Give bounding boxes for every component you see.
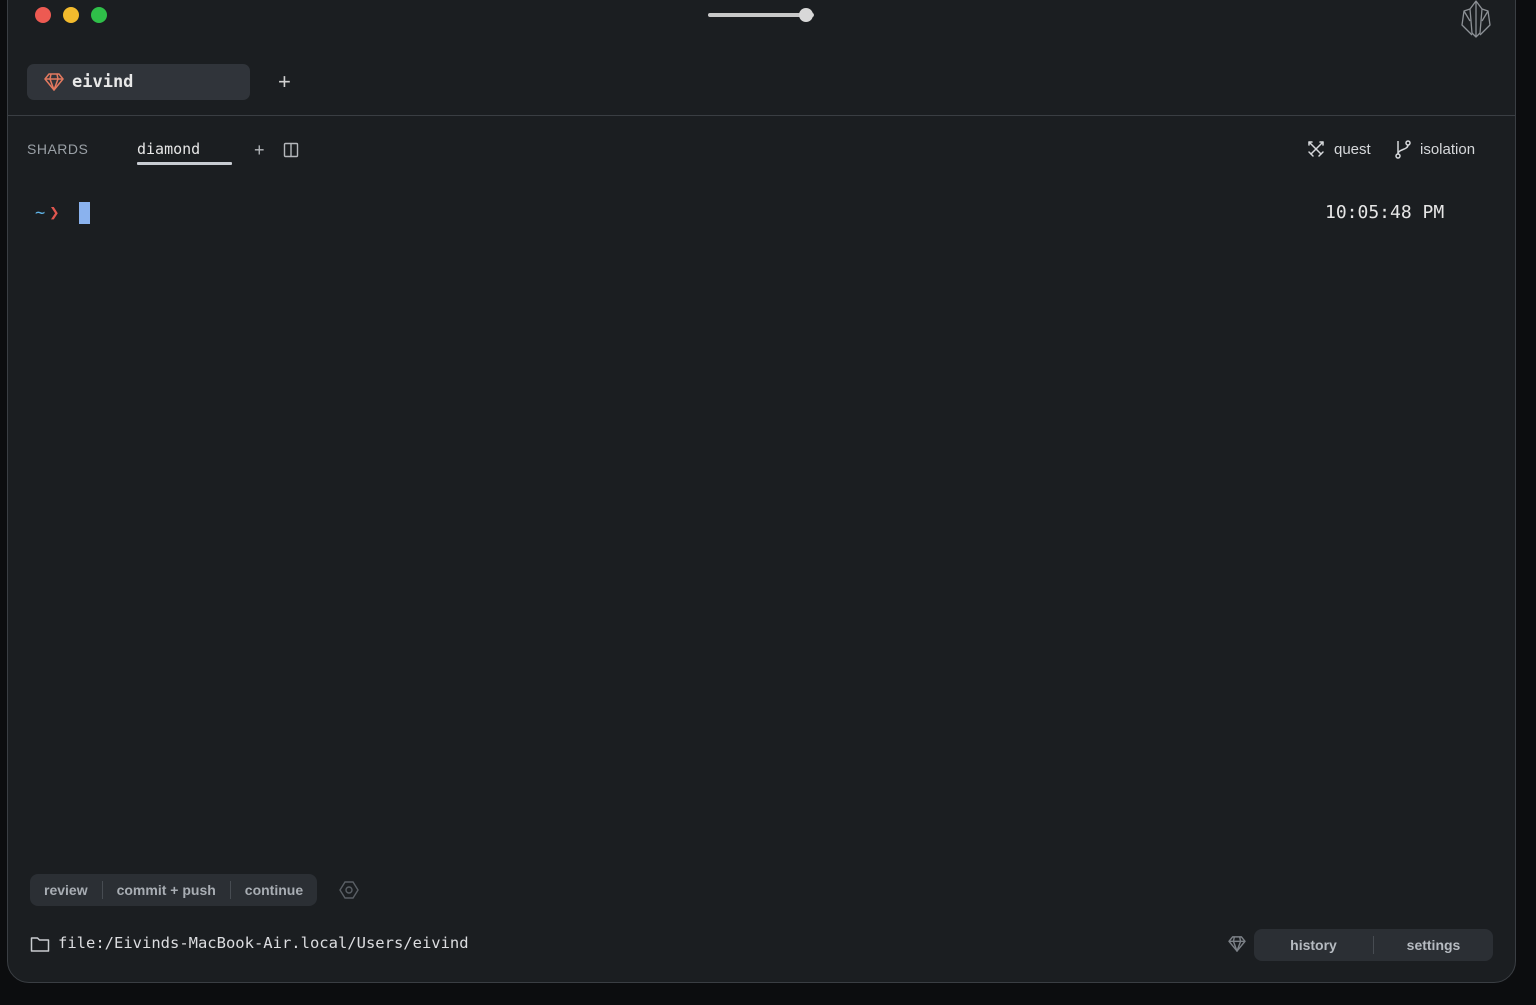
diamond-icon [44,73,64,91]
crystal-logo-icon [1458,0,1494,44]
terminal-prompt: ~ ❯ [35,203,60,223]
shard-tab-diamond[interactable]: diamond [137,140,232,165]
workspace-tab-eivind[interactable]: eivind [27,64,250,100]
workspace-tab-label: eivind [72,72,134,92]
add-shard-button[interactable]: + [254,140,265,161]
isolation-label: isolation [1420,140,1476,158]
prompt-symbol: ❯ [49,203,60,223]
shards-section-label: SHARDS [27,141,89,157]
zoom-slider[interactable] [708,8,814,22]
swords-icon [1306,139,1326,159]
diamond-small-icon[interactable] [1228,936,1246,957]
close-window-button[interactable] [35,7,51,23]
folder-icon [30,935,50,958]
prompt-timestamp: 10:05:48 PM [1325,202,1445,223]
history-button[interactable]: history [1254,936,1373,954]
current-path: file:/Eivinds-MacBook-Air.local/Users/ei… [58,934,469,952]
isolation-button[interactable]: isolation [1394,139,1475,159]
shard-tab-label: diamond [137,140,201,158]
continue-button[interactable]: continue [229,881,317,899]
cwd-symbol: ~ [35,203,46,223]
footer-button-group: history settings [1254,929,1493,961]
minimize-window-button[interactable] [63,7,79,23]
active-tab-underline [137,162,232,165]
new-workspace-tab-button[interactable]: + [278,70,291,94]
quest-label: quest [1334,140,1371,158]
commit-push-button[interactable]: commit + push [101,881,230,899]
git-branch-icon [1394,139,1412,159]
maximize-window-button[interactable] [91,7,107,23]
header-divider [8,115,1515,116]
split-view-icon[interactable] [283,142,299,163]
terminal-cursor[interactable] [79,202,90,224]
customize-actions-icon[interactable] [339,881,359,904]
quest-button[interactable]: quest [1306,139,1371,159]
review-button[interactable]: review [30,881,102,899]
app-window: eivind + SHARDS diamond + quest isolatio… [7,0,1516,983]
quick-actions-bar: review commit + push continue [30,874,318,906]
settings-button[interactable]: settings [1373,936,1493,954]
zoom-slider-handle[interactable] [798,8,813,22]
